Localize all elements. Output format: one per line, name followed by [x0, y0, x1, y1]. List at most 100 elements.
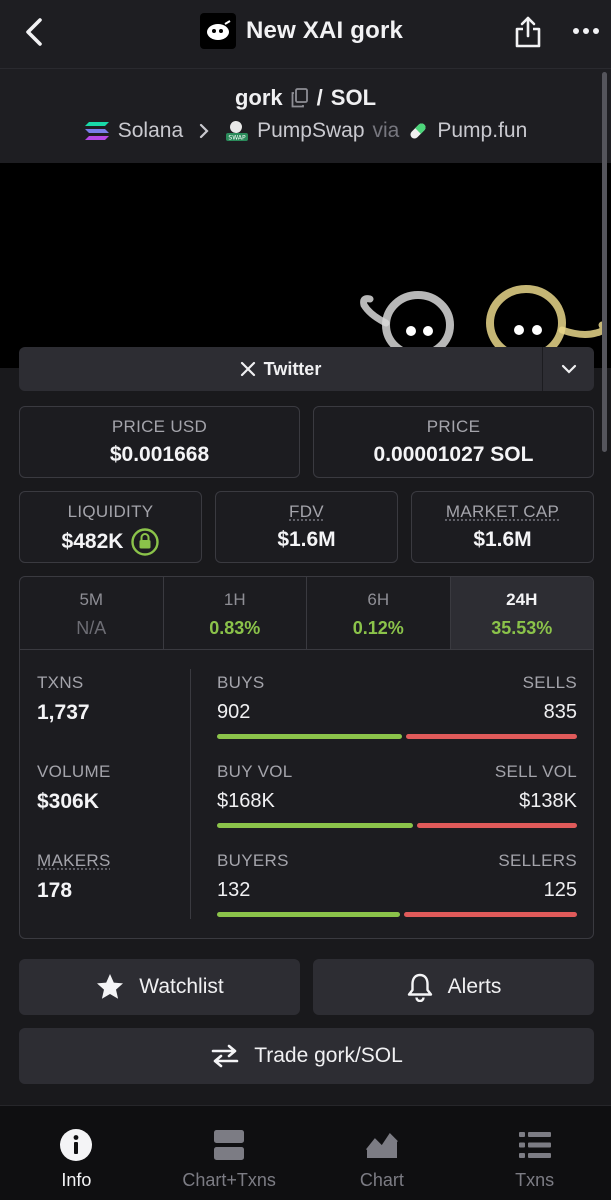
pair-separator: / [316, 85, 323, 110]
tab-5m[interactable]: 5M N/A [20, 577, 164, 649]
svg-text:SWAP: SWAP [229, 135, 247, 142]
chain-breadcrumb: Solana SWAP PumpSwap via Pump.fun [0, 119, 611, 143]
watchlist-button[interactable]: Watchlist [19, 959, 300, 1015]
trading-stats-panel: 5M N/A 1H 0.83% 6H 0.12% 24H 35.53% TXNS… [19, 576, 594, 939]
price-usd-card: PRICE USD $0.001668 [19, 406, 300, 478]
price-native-value: 0.00001027 SOL [314, 443, 593, 467]
market-cap-value: $1.6M [412, 528, 593, 552]
sell-vol-bar-fill [416, 823, 577, 828]
price-native-label: PRICE [426, 417, 481, 436]
price-usd-label: PRICE USD [111, 417, 208, 436]
volume-value: $306K [37, 790, 99, 813]
pair-name: gork / SOL [0, 85, 611, 111]
pill-icon [410, 123, 426, 139]
base-token: gork [234, 85, 283, 110]
split-view-icon [212, 1128, 246, 1162]
token-logo [200, 13, 236, 49]
nav-chart-txns[interactable]: Chart+Txns [153, 1106, 306, 1200]
price-native-text: 0.00001027 SOL [373, 443, 534, 466]
price-native-card: PRICE 0.00001027 SOL [313, 406, 594, 478]
sellers-bar-fill [404, 912, 577, 917]
txns-label: TXNS [37, 673, 84, 692]
buys-bar-fill [217, 734, 402, 739]
x-logo-icon [240, 361, 255, 377]
trade-button[interactable]: Trade gork/SOL [19, 1028, 594, 1084]
tab-6h[interactable]: 6H 0.12% [307, 577, 451, 649]
chain-name[interactable]: Solana [118, 119, 183, 143]
buy-vol-bar-fill [217, 823, 413, 828]
more-dots-icon [573, 28, 599, 34]
sells-label: SELLS [522, 673, 577, 692]
dex-name[interactable]: PumpSwap [257, 119, 364, 143]
liquidity-card[interactable]: LIQUIDITY $482K [19, 491, 202, 563]
fdv-label: FDV [289, 502, 324, 521]
sell-vol-value: $138K [519, 790, 577, 812]
buyers-label: BUYERS [217, 851, 289, 870]
volume-label: VOLUME [37, 762, 111, 781]
via-text: via [372, 119, 400, 142]
makers-label: MAKERS [37, 851, 111, 870]
scrollbar[interactable] [602, 72, 607, 452]
market-cap-label: MARKET CAP [445, 502, 560, 521]
list-icon [518, 1128, 552, 1162]
back-button[interactable] [16, 14, 52, 50]
copy-icon[interactable] [291, 88, 309, 108]
sellers-value: 125 [543, 879, 577, 901]
buyers-sellers-ratio: BUYERS SELLERS 132 125 [217, 851, 577, 917]
tab-24h[interactable]: 24H 35.53% [450, 577, 593, 649]
buys-sells-ratio: BUYS SELLS 902 835 [217, 673, 577, 739]
nav-label: Chart [359, 1170, 404, 1190]
buys-value: 902 [217, 701, 251, 723]
chevron-right-icon [200, 123, 209, 139]
price-usd-value: $0.001668 [20, 443, 299, 467]
top-bar: New XAI gork [0, 0, 611, 68]
txns-metric: TXNS 1,737 [37, 673, 90, 725]
swap-arrows-icon [211, 1044, 239, 1068]
star-icon [97, 974, 124, 999]
gork-logo-icon [207, 20, 231, 40]
more-button[interactable] [568, 16, 604, 46]
buy-vol-label: BUY VOL [217, 762, 293, 781]
tab-label: 5M [79, 590, 104, 609]
pumpswap-icon: SWAP [226, 121, 249, 142]
buys-sells-bar [217, 734, 577, 739]
buy-sell-volume-ratio: BUY VOL SELL VOL $168K $138K [217, 762, 577, 828]
tab-1h[interactable]: 1H 0.83% [164, 577, 307, 649]
tab-change: 35.53% [491, 618, 553, 638]
tab-label: 24H [506, 590, 538, 609]
share-icon [515, 16, 541, 48]
buyers-sellers-bar [217, 912, 577, 917]
lock-icon [131, 528, 160, 556]
nav-chart[interactable]: Chart [306, 1106, 459, 1200]
pair-header: gork / SOL Solana SWAP PumpSwap via Pump… [0, 68, 611, 163]
tab-change: 0.83% [209, 618, 261, 638]
timeframe-tabs: 5M N/A 1H 0.83% 6H 0.12% 24H 35.53% [20, 577, 593, 650]
twitter-link-bar: Twitter [19, 347, 594, 391]
sells-value: 835 [543, 701, 577, 723]
nav-txns[interactable]: Txns [458, 1106, 611, 1200]
alerts-label: Alerts [447, 975, 502, 998]
fdv-card[interactable]: FDV $1.6M [215, 491, 398, 563]
buyers-bar-fill [217, 912, 401, 917]
volume-metric: VOLUME $306K [37, 762, 111, 814]
liquidity-label: LIQUIDITY [67, 502, 154, 521]
nav-label: Info [61, 1170, 92, 1190]
bottom-nav: Info Chart+Txns Chart Txns [0, 1105, 611, 1200]
nav-info[interactable]: Info [0, 1106, 153, 1200]
market-cap-card[interactable]: MARKET CAP $1.6M [411, 491, 594, 563]
share-button[interactable] [510, 12, 546, 52]
tab-label: 1H [223, 590, 246, 609]
twitter-button[interactable]: Twitter [19, 347, 542, 391]
alerts-button[interactable]: Alerts [313, 959, 594, 1015]
launchpad-name[interactable]: Pump.fun [437, 119, 527, 143]
makers-metric[interactable]: MAKERS 178 [37, 851, 111, 903]
buy-sell-volume-bar [217, 823, 577, 828]
tab-change: N/A [76, 618, 107, 638]
chevron-left-icon [26, 18, 42, 46]
price-usd-text: $0.001668 [109, 443, 210, 466]
nav-label: Chart+Txns [182, 1170, 276, 1190]
banner-artwork [360, 285, 607, 355]
socials-dropdown-button[interactable] [542, 347, 594, 391]
tab-label: 6H [367, 590, 390, 609]
fdv-value: $1.6M [216, 528, 397, 552]
